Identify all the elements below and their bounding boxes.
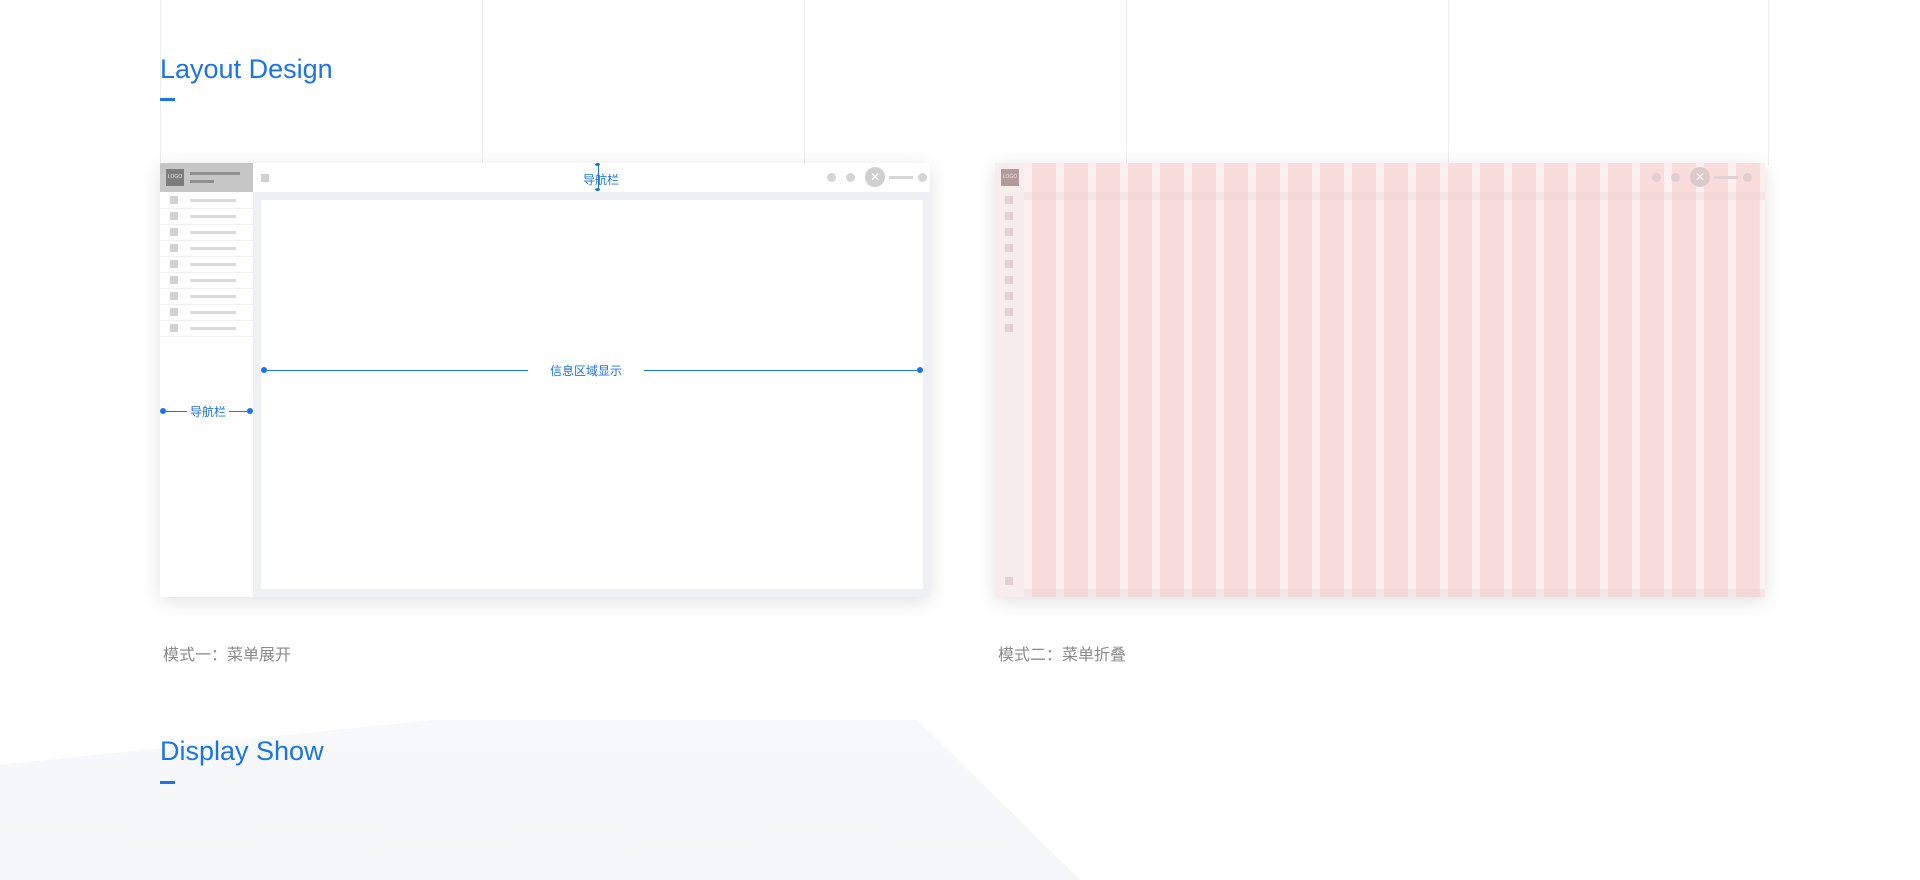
menu-item-icon [1005,228,1013,236]
grid-column [1416,163,1440,597]
menu-item-icon [170,308,178,316]
settings-icon [1743,173,1752,182]
grid-column [1160,163,1184,597]
menu-item-icon [1005,308,1013,316]
grid-column [1352,163,1376,597]
grid-column [1032,163,1056,597]
mockup-logo: LOGO [1001,169,1019,186]
mockup-menu-expanded: LOGO ✕ 导航栏 信息区域显示 导航栏 [160,163,930,597]
mockup-menu-item [160,288,253,305]
mockup-menu-item [160,272,253,289]
menu-item-icon [1005,324,1013,332]
grid-guide-line [804,0,805,165]
caption-mode-2: 模式二：菜单折叠 [998,647,1127,664]
user-name-line [1714,176,1738,179]
side-nav-label: 导航栏 [187,403,230,420]
avatar: ✕ [1690,167,1710,187]
mockup-top-nav: ✕ 导航栏 [253,163,930,192]
menu-item-icon [170,260,178,268]
mockup-collapsed-sidebar: LOGO [995,163,1024,597]
avatar: ✕ [865,167,885,187]
menu-item-icon [1005,244,1013,252]
grid-guide-line [1448,0,1449,165]
caption-mode-1: 模式一：菜单展开 [163,647,292,664]
menu-item-icon [170,228,178,236]
grid-guide-line [1768,0,1769,165]
section-underline [160,781,175,784]
grid-column [1320,163,1344,597]
menu-item-icon [170,244,178,252]
mockup-logo: LOGO [166,169,184,186]
mockup-menu-item [160,320,253,337]
menu-item-icon [1005,292,1013,300]
menu-item-icon [170,212,178,220]
mockup-menu-item [160,240,253,257]
grid-guide-line [482,0,483,165]
section-underline [160,98,175,101]
menu-item-icon [1005,196,1013,204]
mockup-logo-bar: LOGO [160,163,253,192]
mockup-menu-item [160,256,253,273]
notification-icon [827,173,836,182]
grid-column [1576,163,1600,597]
mockup-content-area [261,200,923,589]
mockup-title-line [190,172,240,175]
expand-menu-icon [1005,577,1013,585]
grid-column [1512,163,1536,597]
section-title-layout: Layout Design [160,54,333,84]
mockup-menu-item [160,224,253,241]
menu-item-icon [1005,260,1013,268]
mockup-menu-item [160,208,253,225]
grid-column [1608,163,1632,597]
notification-icon [1652,173,1661,182]
menu-item-icon [170,324,178,332]
grid-column [1448,163,1472,597]
menu-item-icon [170,196,178,204]
content-area-label: 信息区域显示 [528,362,645,379]
annotation-top-nav-height [598,163,599,191]
grid-column [1128,163,1152,597]
mockup-menu-item [160,192,253,209]
mockup-menu-item [160,304,253,321]
grid-guide-line [1126,0,1127,165]
message-icon [846,173,855,182]
message-icon [1671,173,1680,182]
grid-column [1288,163,1312,597]
grid-column [1704,163,1728,597]
menu-item-icon [1005,212,1013,220]
mockup-sidebar: LOGO [160,163,253,597]
menu-item-icon [170,292,178,300]
mockup-title-line [190,180,214,183]
grid-column [1544,163,1568,597]
settings-icon [918,173,927,182]
grid-column [1192,163,1216,597]
grid-column [1736,163,1760,597]
grid-column [1672,163,1696,597]
grid-column [1064,163,1088,597]
user-name-line [889,176,913,179]
grid-column [1096,163,1120,597]
grid-column [1640,163,1664,597]
top-nav-label: 导航栏 [583,173,620,187]
menu-item-icon [170,276,178,284]
grid-column [1480,163,1504,597]
menu-item-icon [1005,276,1013,284]
grid-column [1224,163,1248,597]
menu-toggle-icon [261,174,269,182]
grid-column [1256,163,1280,597]
section-title-display: Display Show [160,736,324,766]
grid-column [1384,163,1408,597]
mockup-menu-collapsed: LOGO ✕ [995,163,1765,597]
